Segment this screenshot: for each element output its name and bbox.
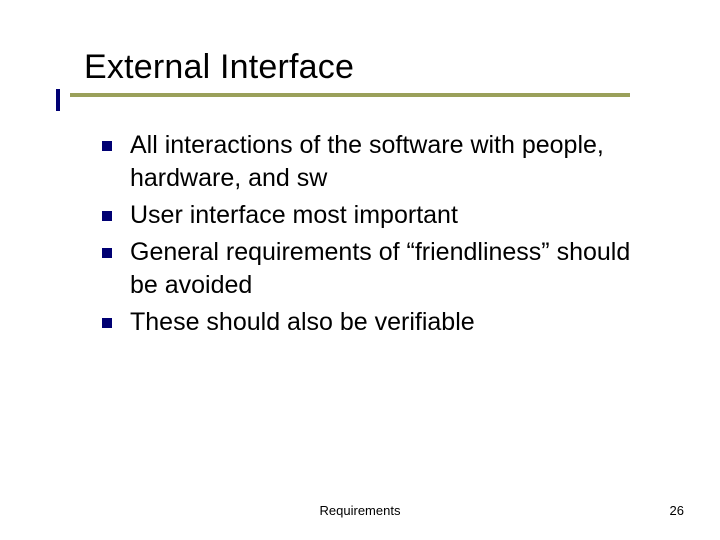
footer-label: Requirements [320, 503, 401, 518]
bullet-text: General requirements of “friendliness” s… [130, 236, 660, 302]
list-item: General requirements of “friendliness” s… [102, 236, 660, 302]
slide-title: External Interface [84, 48, 660, 87]
title-block: External Interface [84, 48, 660, 97]
square-bullet-icon [102, 211, 112, 221]
bullet-text: These should also be verifiable [130, 306, 475, 339]
list-item: These should also be verifiable [102, 306, 660, 339]
slide-footer: Requirements 26 [0, 503, 720, 518]
square-bullet-icon [102, 141, 112, 151]
bullet-list: All interactions of the software with pe… [84, 129, 660, 339]
list-item: All interactions of the software with pe… [102, 129, 660, 195]
rule-bar [70, 93, 630, 97]
rule-tick-icon [56, 89, 60, 111]
slide: External Interface All interactions of t… [0, 0, 720, 540]
list-item: User interface most important [102, 199, 660, 232]
bullet-text: All interactions of the software with pe… [130, 129, 660, 195]
title-rule [70, 93, 630, 97]
page-number: 26 [670, 503, 684, 518]
square-bullet-icon [102, 248, 112, 258]
square-bullet-icon [102, 318, 112, 328]
bullet-text: User interface most important [130, 199, 458, 232]
